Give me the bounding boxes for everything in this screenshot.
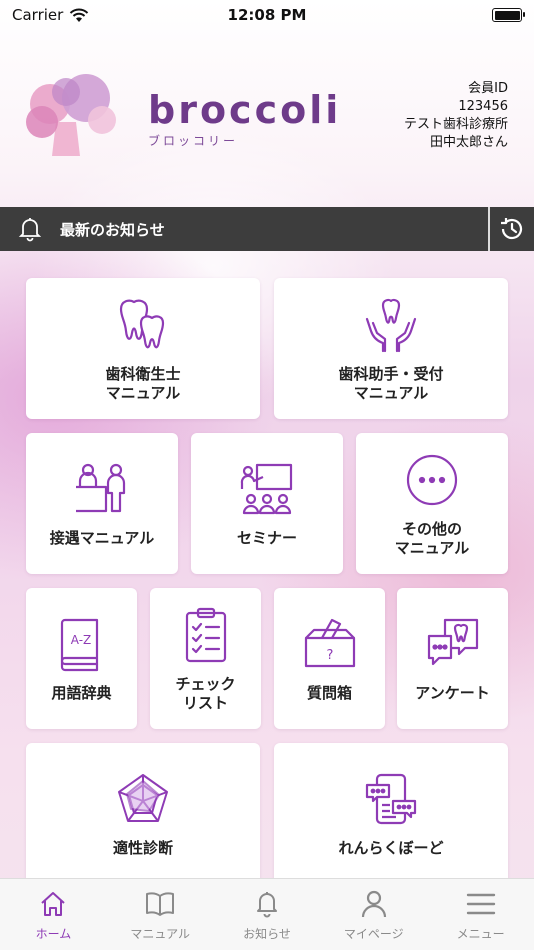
bell-icon: [0, 216, 60, 242]
tile-reception-manual[interactable]: 接遇マニュアル: [26, 433, 178, 574]
app-header: broccoli ブロッコリー 会員ID 123456 テスト歯科診療所 田中太…: [0, 60, 534, 200]
person-icon: [359, 889, 389, 919]
tile-hygienist-manual[interactable]: 歯科衛生士 マニュアル: [26, 278, 260, 419]
history-button[interactable]: [488, 207, 534, 251]
tab-manual[interactable]: マニュアル: [107, 879, 214, 950]
tile-assistant-manual[interactable]: 歯科助手・受付 マニュアル: [274, 278, 508, 419]
question-box-icon: ?: [300, 614, 360, 674]
survey-icon: [423, 614, 483, 674]
tile-survey[interactable]: アンケート: [397, 588, 508, 729]
tab-label: ホーム: [35, 927, 72, 941]
brand-subtitle: ブロッコリー: [148, 134, 239, 148]
tab-home[interactable]: ホーム: [0, 879, 107, 950]
history-icon: [501, 218, 523, 240]
carrier-label: Carrier: [12, 6, 64, 24]
message-board-icon: [361, 769, 421, 829]
tile-label: 質問箱: [306, 684, 352, 702]
member-id-label: 会員ID: [468, 81, 508, 96]
latest-news-label: 最新のお知らせ: [60, 220, 165, 239]
tile-message-board[interactable]: れんらくぼーど: [274, 743, 508, 884]
svg-text:?: ?: [326, 648, 333, 663]
tile-label: アンケート: [415, 684, 490, 702]
tab-label: メニュー: [456, 927, 505, 941]
tile-label: 接遇マニュアル: [49, 529, 155, 547]
clinic-name: テスト歯科診療所: [403, 117, 508, 132]
latest-news-bar[interactable]: 最新のお知らせ: [0, 207, 534, 251]
brand-logo-text: broccoli: [148, 88, 342, 132]
tile-aptitude-test[interactable]: 適性診断: [26, 743, 260, 884]
user-name: 田中太郎さん: [429, 135, 508, 150]
tile-question-box[interactable]: ? 質問箱: [274, 588, 385, 729]
tab-mypage[interactable]: マイページ: [320, 879, 427, 950]
tile-label: れんらくぼーど: [338, 839, 444, 857]
tile-label: 歯科衛生士 マニュアル: [105, 364, 181, 402]
wifi-icon: [70, 8, 89, 22]
broccoli-logo-icon: [26, 74, 116, 156]
tab-menu[interactable]: メニュー: [427, 879, 534, 950]
reception-icon: [72, 459, 132, 519]
tile-checklist[interactable]: チェック リスト: [150, 588, 261, 729]
checklist-icon: [176, 605, 236, 665]
tab-label: マニュアル: [130, 927, 191, 941]
tab-label: お知らせ: [243, 927, 291, 941]
bell-icon: [252, 889, 282, 919]
tile-label: 用語辞典: [51, 684, 112, 702]
tile-label: セミナー: [236, 529, 297, 547]
book-icon: [145, 889, 175, 919]
tile-seminar[interactable]: セミナー: [191, 433, 343, 574]
radar-chart-icon: [113, 769, 173, 829]
member-info: 会員ID 123456 テスト歯科診療所 田中太郎さん: [404, 80, 508, 152]
tab-news[interactable]: お知らせ: [214, 879, 321, 950]
tile-label: 歯科助手・受付 マニュアル: [338, 364, 444, 402]
tooth-hands-icon: [361, 295, 421, 355]
hamburger-icon: [466, 889, 496, 919]
svg-text:A-Z: A-Z: [70, 633, 91, 647]
dictionary-icon: A-Z: [52, 614, 112, 674]
tile-label: チェック リスト: [175, 674, 236, 712]
seminar-icon: [237, 459, 297, 519]
tab-label: マイページ: [343, 927, 404, 941]
more-icon: [402, 450, 462, 510]
tile-label: 適性診断: [112, 839, 173, 857]
tile-label: その他の マニュアル: [394, 519, 470, 557]
member-id: 123456: [458, 99, 508, 114]
teeth-icon: [113, 295, 173, 355]
home-icon: [38, 889, 68, 919]
battery-icon: [492, 8, 525, 22]
status-bar: Carrier 12:08 PM: [0, 0, 534, 30]
tab-bar: ホーム マニュアル お知らせ マイページ メニュー: [0, 878, 534, 950]
tile-other-manual[interactable]: その他の マニュアル: [356, 433, 508, 574]
tile-glossary[interactable]: A-Z 用語辞典: [26, 588, 137, 729]
